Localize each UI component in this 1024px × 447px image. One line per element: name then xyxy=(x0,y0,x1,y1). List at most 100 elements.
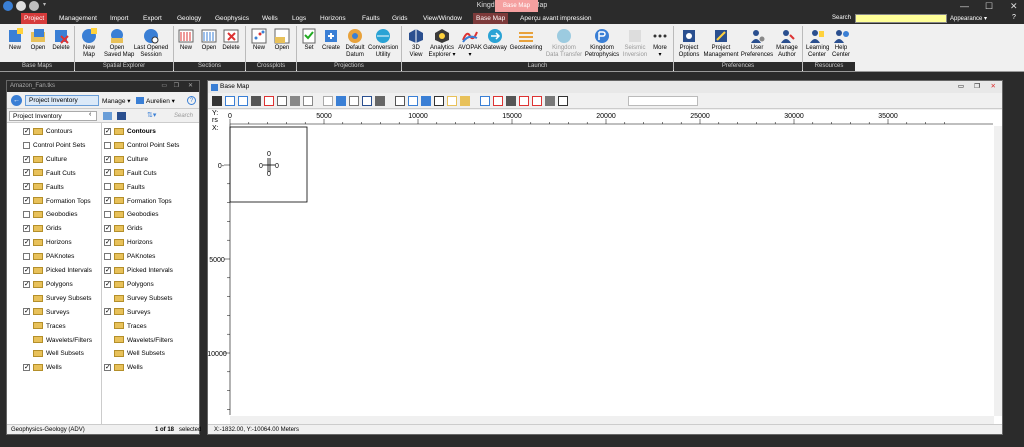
map-tool-icon[interactable] xyxy=(323,96,333,106)
tab-base-map[interactable]: Base Map xyxy=(473,13,509,24)
inventory-left-item[interactable]: ✓ Polygons xyxy=(23,278,73,291)
tab-management[interactable]: Management xyxy=(56,13,100,24)
appearance-menu[interactable]: Appearance ▾ xyxy=(950,15,987,22)
map-tool-icon[interactable] xyxy=(447,96,457,106)
map-tool-icon[interactable] xyxy=(336,96,346,106)
kingdom-data-transfer-button[interactable]: Kingdom Data Transfer xyxy=(545,28,583,59)
section-new-button[interactable]: New xyxy=(176,28,196,52)
checkbox[interactable]: ✓ xyxy=(104,280,111,288)
inventory-left-item[interactable]: Control Point Sets xyxy=(23,139,85,152)
inventory-right-item[interactable]: ✓ Contours xyxy=(104,125,156,138)
maximize-button[interactable]: ☐ xyxy=(985,1,993,12)
help-center-button[interactable]: Help Center xyxy=(830,28,852,59)
inventory-left-item[interactable]: ✓ Grids xyxy=(23,222,62,235)
checkbox[interactable] xyxy=(104,141,111,149)
manage-author-button[interactable]: Manage Author xyxy=(775,28,799,59)
manage-menu[interactable]: Manage ▾ xyxy=(102,97,131,105)
checkbox[interactable]: ✓ xyxy=(23,364,30,372)
checkbox[interactable]: ✓ xyxy=(23,197,30,205)
projection-set-button[interactable]: Set xyxy=(299,28,319,52)
map-tool-icon[interactable] xyxy=(460,96,470,106)
new-map-button[interactable]: New Map xyxy=(78,28,100,59)
inventory-left-item[interactable]: ✓ Culture xyxy=(23,153,67,166)
grid-view-icon[interactable] xyxy=(117,112,126,120)
project-inventory-button[interactable]: Project Inventory xyxy=(25,95,99,106)
checkbox[interactable]: ✓ xyxy=(23,266,30,274)
checkbox[interactable]: ✓ xyxy=(23,280,30,288)
open-saved-map-button[interactable]: Open Saved Map xyxy=(104,28,134,59)
map-tool-icon[interactable] xyxy=(375,96,385,106)
inventory-left-item[interactable]: Wavelets/Filters xyxy=(23,334,92,347)
inventory-left-item[interactable]: Well Subsets xyxy=(23,347,84,360)
checkbox[interactable]: ✓ xyxy=(104,308,111,316)
inventory-left-item[interactable]: PAKnotes xyxy=(23,250,74,263)
horizontal-scrollbar[interactable] xyxy=(230,416,994,424)
vertical-scrollbar[interactable] xyxy=(994,126,1002,416)
checkbox[interactable]: ✓ xyxy=(23,308,30,316)
base-map-new-button[interactable]: New xyxy=(5,28,25,52)
checkbox[interactable] xyxy=(104,211,111,219)
project-management-button[interactable]: Project Management xyxy=(703,28,739,59)
checkbox[interactable]: ✓ xyxy=(23,225,30,233)
map-minimize-button[interactable]: ▭ xyxy=(958,81,964,93)
checkbox[interactable] xyxy=(104,252,111,260)
checkbox[interactable]: ✓ xyxy=(23,183,30,191)
checkbox[interactable]: ✓ xyxy=(104,238,111,246)
tab-grids[interactable]: Grids xyxy=(389,13,411,24)
tab-horizons[interactable]: Horizons xyxy=(317,13,349,24)
learning-center-button[interactable]: Learning Center xyxy=(806,28,829,59)
map-tool-icon[interactable] xyxy=(519,96,529,106)
panel-minimize-button[interactable]: ▭ xyxy=(161,81,167,92)
map-tool-icon[interactable] xyxy=(421,96,431,106)
chevron-left-icon[interactable]: ‹ xyxy=(89,111,91,118)
seismic-inversion-button[interactable]: Seismic Inversion xyxy=(621,28,649,59)
close-button[interactable]: ✕ xyxy=(1010,1,1018,12)
map-tool-icon[interactable] xyxy=(545,96,555,106)
inventory-left-item[interactable]: ✓ Faults xyxy=(23,181,64,194)
checkbox[interactable]: ✓ xyxy=(104,364,111,372)
map-layer-select[interactable] xyxy=(628,96,698,106)
inventory-right-item[interactable]: ✓ Grids xyxy=(104,222,143,235)
map-restore-button[interactable]: ❐ xyxy=(974,81,980,93)
checkbox[interactable]: ✓ xyxy=(104,266,111,274)
checkbox[interactable] xyxy=(23,141,30,149)
tab-view-window[interactable]: View/Window xyxy=(420,13,465,24)
map-tool-icon[interactable] xyxy=(238,96,248,106)
inventory-left-item[interactable]: ✓ Fault Cuts xyxy=(23,167,76,180)
help-icon[interactable]: ? xyxy=(1012,14,1016,21)
inventory-right-item[interactable]: Faults xyxy=(104,181,145,194)
sort-icon[interactable]: ⇅▾ xyxy=(147,111,156,119)
inventory-left-item[interactable]: ✓ Picked Intervals xyxy=(23,264,92,277)
search-input[interactable] xyxy=(855,14,947,23)
avopak-button[interactable]: AVOPAK ▾ xyxy=(458,28,482,59)
tab-logs[interactable]: Logs xyxy=(289,13,309,24)
list-view-icon[interactable] xyxy=(103,112,112,120)
inventory-left-item[interactable]: Traces xyxy=(23,320,66,333)
tab-project[interactable]: Project xyxy=(21,13,48,24)
checkbox[interactable]: ✓ xyxy=(23,155,30,163)
section-open-button[interactable]: Open xyxy=(199,28,219,52)
tab-apercu[interactable]: Aperçu avant impression xyxy=(517,13,595,24)
inventory-search-input[interactable]: Search Proj... xyxy=(167,111,201,121)
checkbox[interactable] xyxy=(104,183,111,191)
inventory-right-item[interactable]: Wavelets/Filters xyxy=(104,334,173,347)
map-canvas[interactable]: 0 5000 10000 15000 20000 25000 30000 35000 0- 500… xyxy=(208,110,1002,424)
last-opened-session-button[interactable]: Last Opened Session xyxy=(132,28,170,59)
inventory-left-item[interactable]: Geobodies xyxy=(23,208,77,221)
inventory-left-item[interactable]: Survey Subsets xyxy=(23,292,92,305)
map-tool-icon[interactable] xyxy=(480,96,490,106)
checkbox[interactable]: ✓ xyxy=(104,169,111,177)
inventory-right-item[interactable]: ✓ Fault Cuts xyxy=(104,167,157,180)
crossplot-open-button[interactable]: Open xyxy=(272,28,292,52)
inventory-right-item[interactable]: ✓ Culture xyxy=(104,153,148,166)
inventory-right-item[interactable]: ✓ Horizons xyxy=(104,236,153,249)
base-map-open-button[interactable]: Open xyxy=(28,28,48,52)
checkbox[interactable]: ✓ xyxy=(104,225,111,233)
tab-faults[interactable]: Faults xyxy=(359,13,383,24)
inventory-left-item[interactable]: ✓ Contours xyxy=(23,125,72,138)
project-options-button[interactable]: Project Options xyxy=(676,28,702,59)
map-tool-icon[interactable] xyxy=(349,96,359,106)
checkbox[interactable] xyxy=(23,252,30,260)
analytics-explorer-button[interactable]: Analytics Explorer ▾ xyxy=(428,28,456,59)
inventory-left-item[interactable]: ✓ Wells xyxy=(23,361,62,374)
